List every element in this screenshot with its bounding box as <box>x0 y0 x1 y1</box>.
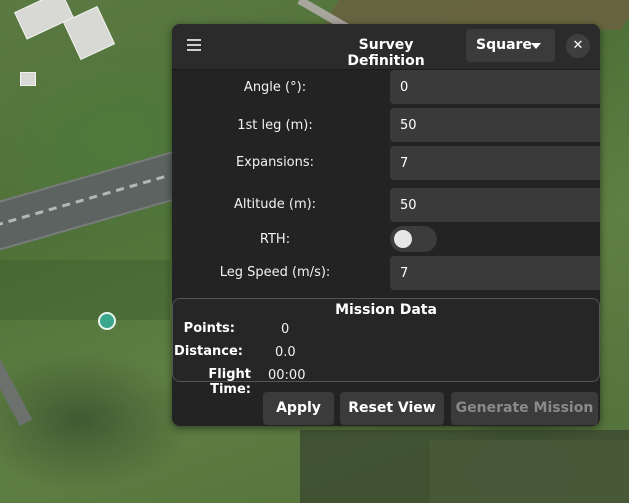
reset-view-button[interactable]: Reset View <box>340 392 444 425</box>
panel-title: Survey Definition <box>347 37 425 69</box>
distance-value: 0.0 <box>275 345 296 360</box>
hamburger-menu-icon[interactable] <box>187 39 201 51</box>
mission-data-box: Mission Data Points: 0 Distance: 0.0 Fli… <box>172 298 600 397</box>
angle-label: Angle (°): <box>243 80 307 95</box>
angle-input[interactable] <box>390 70 600 104</box>
points-label: Points: <box>183 321 235 336</box>
pattern-dropdown-value: Square <box>476 37 532 53</box>
generate-mission-button[interactable]: Generate Mission <box>451 392 598 425</box>
rth-label: RTH: <box>259 232 291 247</box>
map-taxiway <box>0 340 33 427</box>
flight-time-label: Flight Time: <box>208 367 251 397</box>
distance-label: Distance: <box>174 344 243 359</box>
pattern-dropdown[interactable]: Square <box>466 29 555 62</box>
first-leg-label: 1st leg (m): <box>237 118 313 133</box>
expansions-label: Expansions: <box>235 155 315 170</box>
map-field-dark <box>0 260 170 320</box>
altitude-label: Altitude (m): <box>233 197 317 212</box>
map-location-marker[interactable] <box>98 312 116 330</box>
rth-toggle-knob <box>394 230 412 248</box>
leg-speed-label: Leg Speed (m/s): <box>219 265 331 280</box>
flight-time-value: 00:00 <box>268 368 306 383</box>
leg-speed-input[interactable] <box>390 256 600 290</box>
panel-header: Survey Definition Square ✕ <box>172 24 600 70</box>
rth-toggle[interactable] <box>390 226 437 252</box>
altitude-input[interactable] <box>390 188 600 222</box>
map-building <box>20 72 36 86</box>
caret-down-icon <box>531 43 541 49</box>
expansions-input[interactable] <box>390 146 600 180</box>
survey-definition-panel: Survey Definition Square ✕ Angle (°): 1s… <box>172 24 600 426</box>
first-leg-input[interactable] <box>390 108 600 142</box>
apply-button[interactable]: Apply <box>263 392 334 425</box>
mission-data-title: Mission Data <box>335 302 437 318</box>
points-value: 0 <box>281 322 290 337</box>
map-field-lower <box>430 440 629 503</box>
close-icon: ✕ <box>572 38 584 53</box>
close-button[interactable]: ✕ <box>566 34 590 58</box>
